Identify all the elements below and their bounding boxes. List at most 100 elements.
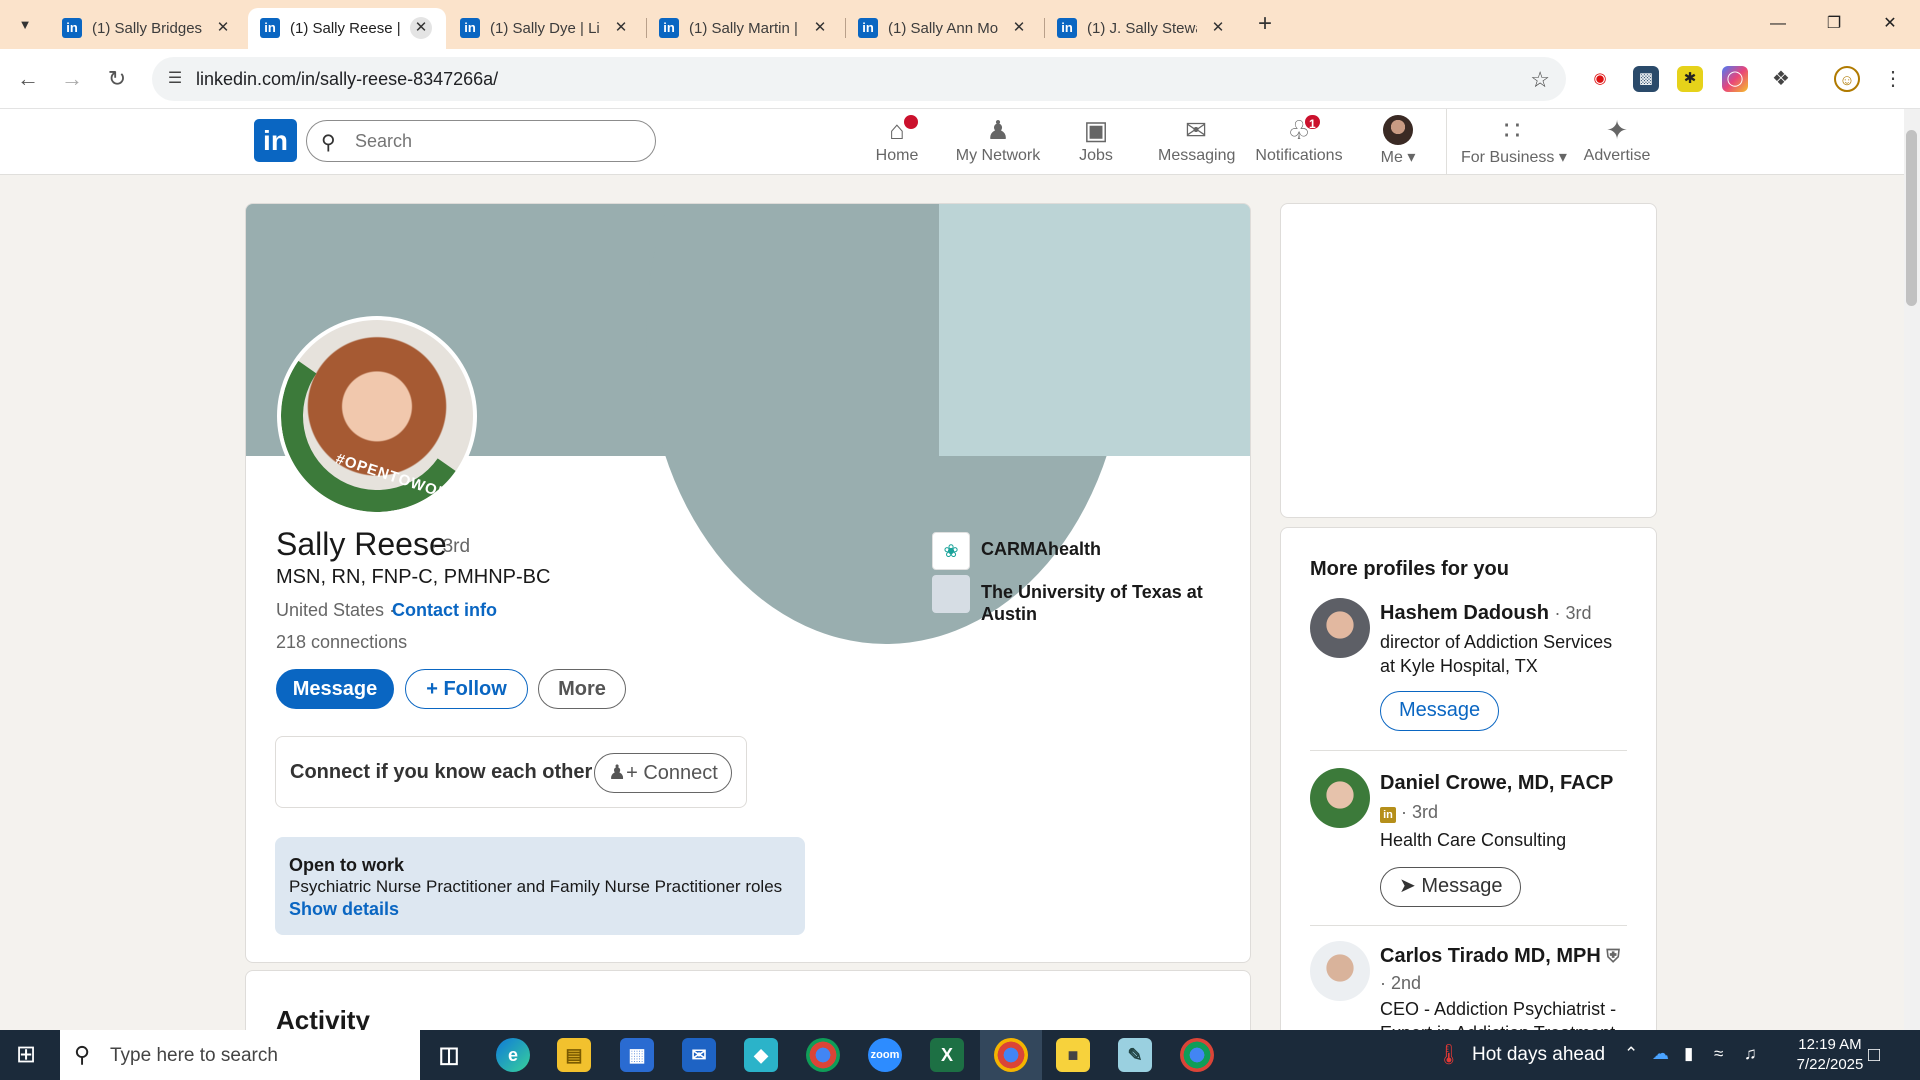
suggestion-message-button[interactable]: ➤ Message	[1380, 867, 1522, 907]
notification-center-icon[interactable]: □	[1868, 1044, 1880, 1067]
nav-my-network[interactable]: ♟ My Network	[951, 115, 1045, 171]
bookmark-star-icon[interactable]: ☆	[1530, 67, 1550, 93]
linkedin-logo-icon[interactable]: in	[254, 119, 297, 162]
scrollbar-thumb[interactable]	[1906, 130, 1917, 306]
excel-icon[interactable]: X	[930, 1038, 964, 1072]
system-clock[interactable]: 12:19 AM 7/22/2025	[1780, 1035, 1880, 1075]
browser-menu-icon[interactable]: ⋮	[1880, 66, 1906, 92]
follow-button[interactable]: + Follow	[405, 669, 528, 709]
browser-tab-5[interactable]: in (1) Sally Ann Mo ✕	[846, 8, 1044, 49]
nav-advertise[interactable]: ✦ Advertise	[1580, 115, 1654, 171]
notepad-icon[interactable]: ✎	[1118, 1038, 1152, 1072]
nav-business-label: For Business ▾	[1461, 149, 1567, 166]
tray-chevron-up-icon[interactable]: ⌃	[1624, 1044, 1638, 1064]
connect-button[interactable]: ♟+ Connect	[594, 753, 732, 793]
file-explorer-icon[interactable]: ▤	[557, 1038, 591, 1072]
suggestion-headline: Health Care Consulting	[1380, 830, 1567, 850]
suggestion-name[interactable]: Carlos Tirado MD, MPH ⛨	[1380, 945, 1620, 968]
taskbar-search[interactable]: ⚲ Type here to search	[60, 1030, 420, 1080]
chrome-icon[interactable]	[806, 1038, 840, 1072]
avatar[interactable]	[1310, 941, 1370, 1001]
wifi-icon[interactable]: ≈	[1714, 1044, 1723, 1064]
profile-headline: MSN, RN, FNP-C, PMHNP-BC	[276, 566, 551, 588]
search-box[interactable]: ⚲	[306, 120, 656, 162]
linkedin-premium-icon: in	[1380, 807, 1396, 823]
battery-icon[interactable]: ▮	[1684, 1044, 1693, 1064]
onedrive-cloud-icon[interactable]: ☁	[1652, 1044, 1669, 1064]
suggestion-name[interactable]: Hashem Dadoush · 3rd	[1380, 602, 1592, 625]
microsoft-store-icon[interactable]: ▦	[620, 1038, 654, 1072]
browser-tab-4[interactable]: in (1) Sally Martin | ✕	[647, 8, 845, 49]
weather-text[interactable]: Hot days ahead	[1472, 1044, 1605, 1066]
nav-notifications[interactable]: ♧ Notifications 1	[1253, 113, 1345, 171]
more-profiles-title: More profiles for you	[1310, 558, 1509, 580]
edge-browser-icon[interactable]: e	[496, 1038, 530, 1072]
asterisk-extension-icon[interactable]: ✱	[1677, 66, 1703, 92]
pokeball-extension-icon[interactable]: ◉	[1587, 66, 1613, 92]
contact-info-link[interactable]: Contact info	[392, 600, 497, 621]
tab-search-chevron-icon[interactable]: ▼	[12, 12, 38, 38]
avatar[interactable]	[1310, 598, 1370, 658]
minimize-window-icon[interactable]: —	[1758, 10, 1798, 38]
suggestion-message-button[interactable]: Message	[1380, 691, 1500, 731]
nav-for-business[interactable]: ∷ For Business ▾	[1461, 115, 1567, 171]
volume-icon[interactable]: ♫	[1744, 1044, 1757, 1064]
divider	[1310, 925, 1627, 926]
search-input[interactable]	[355, 131, 635, 152]
browser-tab-3[interactable]: in (1) Sally Dye | Lin ✕	[448, 8, 646, 49]
suggestion-name[interactable]: Daniel Crowe, MD, FACP	[1380, 772, 1613, 795]
me-avatar	[1383, 115, 1413, 145]
message-button[interactable]: Message	[276, 669, 394, 709]
nav-home-label: Home	[875, 147, 919, 164]
close-tab-icon[interactable]: ✕	[212, 17, 234, 39]
avatar[interactable]	[1310, 768, 1370, 828]
nav-home[interactable]: ⌂ Home	[866, 113, 928, 171]
nav-network-label: My Network	[955, 147, 1041, 164]
close-tab-icon[interactable]: ✕	[1008, 17, 1030, 39]
show-details-link[interactable]: Show details	[289, 899, 399, 920]
profile-account-icon[interactable]: ☺	[1834, 66, 1860, 92]
tab-title: (1) Sally Bridges	[92, 20, 202, 37]
browser-tab-6[interactable]: in (1) J. Sally Stewa ✕	[1045, 8, 1243, 49]
back-arrow-icon[interactable]: ←	[14, 65, 42, 93]
close-tab-icon[interactable]: ✕	[1207, 17, 1229, 39]
nav-me[interactable]: Me ▾	[1370, 115, 1426, 171]
mail-icon[interactable]: ✉	[682, 1038, 716, 1072]
close-tab-icon[interactable]: ✕	[410, 17, 432, 39]
browser-tab-2-active[interactable]: in (1) Sally Reese | L ✕	[248, 8, 446, 49]
notifications-count-badge: 1	[1303, 113, 1322, 131]
close-tab-icon[interactable]: ✕	[610, 17, 632, 39]
nav-messaging[interactable]: ✉ Messaging	[1158, 115, 1235, 171]
more-button[interactable]: More	[538, 669, 626, 709]
messaging-icon: ✉	[1185, 115, 1207, 145]
restore-window-icon[interactable]: ❐	[1814, 10, 1854, 38]
chrome-profile-icon[interactable]	[1180, 1038, 1214, 1072]
tab-title: (1) J. Sally Stewa	[1087, 20, 1197, 37]
new-tab-plus-icon[interactable]: +	[1252, 12, 1278, 38]
school-name: The University of Texas at Austin	[981, 582, 1203, 624]
zoom-icon[interactable]: zoom	[868, 1038, 902, 1072]
extensions-puzzle-icon[interactable]: ❖	[1768, 66, 1794, 92]
task-view-icon[interactable]: ◫	[432, 1038, 466, 1072]
profile-photo[interactable]: #OPENTOWORK	[277, 316, 477, 516]
add-person-icon: ♟+	[608, 762, 638, 784]
wallet-extension-icon[interactable]: ▩	[1633, 66, 1659, 92]
url-text[interactable]: linkedin.com/in/sally-reese-8347266a/	[196, 69, 498, 90]
chrome-active-icon[interactable]	[994, 1038, 1028, 1072]
nav-jobs-label: Jobs	[1079, 147, 1113, 164]
ad-placeholder	[1280, 203, 1657, 518]
close-window-icon[interactable]: ✕	[1870, 10, 1910, 38]
forward-arrow-icon[interactable]: →	[58, 65, 86, 93]
close-tab-icon[interactable]: ✕	[809, 17, 831, 39]
color-extension-icon[interactable]: ◯	[1722, 66, 1748, 92]
app-diamond-icon[interactable]: ◆	[744, 1038, 778, 1072]
address-bar[interactable]: ☰ linkedin.com/in/sally-reese-8347266a/ …	[152, 57, 1566, 101]
nav-jobs[interactable]: ▣ Jobs	[1068, 115, 1124, 171]
windows-start-icon[interactable]: ⊞	[16, 1042, 42, 1068]
site-settings-icon[interactable]: ☰	[164, 68, 186, 90]
browser-tab-1[interactable]: in (1) Sally Bridges ✕	[50, 8, 248, 49]
reload-icon[interactable]: ↻	[103, 65, 131, 93]
open-to-work-title: Open to work	[289, 855, 405, 875]
sticky-notes-icon[interactable]: ■	[1056, 1038, 1090, 1072]
open-to-work-frame	[281, 320, 473, 512]
